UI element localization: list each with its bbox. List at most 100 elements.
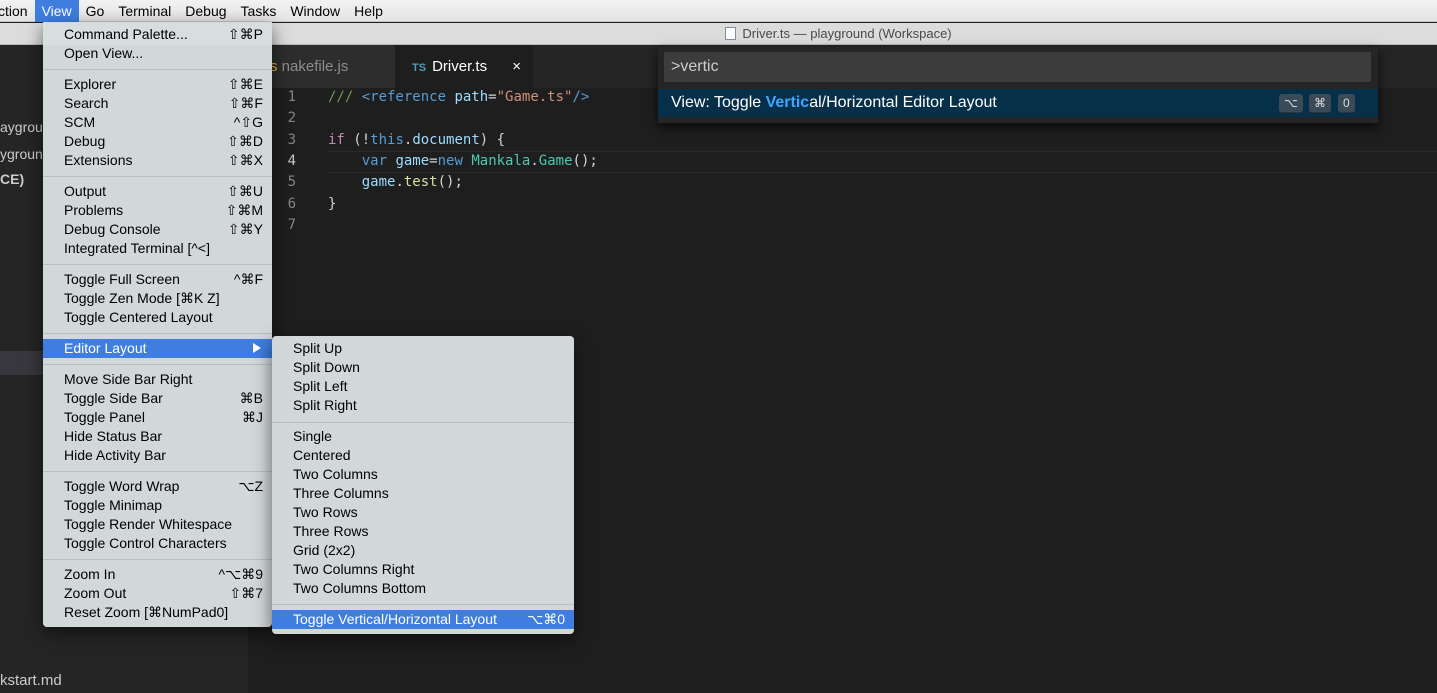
command-palette-result[interactable]: View: Toggle Vertical/Horizontal Editor … — [658, 89, 1378, 117]
menu-item-two-rows[interactable]: Two Rows — [272, 503, 574, 522]
menu-item-split-right[interactable]: Split Right — [272, 396, 574, 415]
code-token: /> — [572, 89, 590, 105]
tab-driver-ts[interactable]: TS Driver.ts × — [395, 45, 533, 88]
menu-item-open-view[interactable]: Open View... — [43, 44, 272, 63]
menu-item-label: Extensions — [64, 152, 133, 168]
menu-item-label: Output — [64, 183, 107, 199]
menu-item-label: Command Palette... — [64, 26, 188, 42]
menu-item-shortcut: ^⌥⌘9 — [218, 566, 264, 582]
menu-item-single[interactable]: Single — [272, 427, 574, 446]
code-token: game — [395, 153, 430, 169]
menu-item-shortcut: ⇧⌘7 — [229, 585, 263, 601]
menu-item-shortcut: ⇧⌘X — [227, 152, 263, 168]
menu-item-three-rows[interactable]: Three Rows — [272, 522, 574, 541]
sidebar-item-quickstart[interactable]: kstart.md — [0, 672, 62, 689]
menu-item-toggle-vertical-horizontal-layout[interactable]: Toggle Vertical/Horizontal Layout ⌥⌘0 — [272, 610, 574, 629]
menubar-item-window[interactable]: Window — [283, 0, 347, 22]
menu-item-shortcut: ⇧⌘F — [228, 95, 263, 111]
menu-item-label: Two Columns Right — [293, 561, 415, 577]
menubar-item-tasks[interactable]: Tasks — [234, 0, 284, 22]
menu-item-debug[interactable]: Debug ⇧⌘D — [43, 132, 272, 151]
menu-item-split-down[interactable]: Split Down — [272, 358, 574, 377]
submenu-arrow-icon — [253, 343, 261, 353]
code-token: var — [361, 153, 388, 169]
menu-item-label: Centered — [293, 447, 351, 463]
menu-item-two-columns-right[interactable]: Two Columns Right — [272, 560, 574, 579]
menubar-item-terminal[interactable]: Terminal — [111, 0, 178, 22]
menubar-item-go[interactable]: Go — [79, 0, 112, 22]
command-palette-input[interactable] — [664, 52, 1371, 82]
line-number: 7 — [287, 217, 296, 233]
menubar-item-help[interactable]: Help — [347, 0, 390, 22]
menu-item-output[interactable]: Output ⇧⌘U — [43, 182, 272, 201]
menu-item-toggle-panel[interactable]: Toggle Panel ⌘J — [43, 408, 272, 427]
menu-item-label: Zoom In — [64, 566, 116, 582]
menu-item-toggle-render-whitespace[interactable]: Toggle Render Whitespace — [43, 515, 272, 534]
menu-item-grid-2x2[interactable]: Grid (2x2) — [272, 541, 574, 560]
menubar-item-debug[interactable]: Debug — [178, 0, 233, 22]
menu-item-label: Debug Console — [64, 221, 161, 237]
menu-item-three-columns[interactable]: Three Columns — [272, 484, 574, 503]
menu-item-split-left[interactable]: Split Left — [272, 377, 574, 396]
menu-item-toggle-full-screen[interactable]: Toggle Full Screen ^⌘F — [43, 270, 272, 289]
menu-item-two-columns[interactable]: Two Columns — [272, 465, 574, 484]
menu-item-command-palette[interactable]: Command Palette... ⇧⌘P — [43, 25, 272, 44]
menu-item-extensions[interactable]: Extensions ⇧⌘X — [43, 151, 272, 170]
sidebar-selected-row[interactable] — [0, 351, 45, 375]
code-token: (! — [344, 132, 371, 148]
menu-item-label: Toggle Minimap — [64, 497, 163, 513]
menu-item-search[interactable]: Search ⇧⌘F — [43, 94, 272, 113]
close-icon[interactable]: × — [512, 45, 521, 88]
result-text: View: Toggle — [671, 94, 766, 111]
menu-item-split-up[interactable]: Split Up — [272, 339, 574, 358]
menu-item-hide-status-bar[interactable]: Hide Status Bar — [43, 427, 272, 446]
menu-item-label: Debug — [64, 133, 106, 149]
menu-item-label: Two Columns Bottom — [293, 580, 427, 596]
menu-item-toggle-minimap[interactable]: Toggle Minimap — [43, 496, 272, 515]
view-menu: Command Palette... ⇧⌘P Open View... Explo… — [43, 22, 272, 627]
menu-item-zoom-out[interactable]: Zoom Out ⇧⌘7 — [43, 584, 272, 603]
menu-item-move-side-bar-right[interactable]: Move Side Bar Right — [43, 370, 272, 389]
menu-item-reset-zoom[interactable]: Reset Zoom [⌘NumPad0] — [43, 603, 272, 622]
menu-item-label: Three Rows — [293, 523, 369, 539]
result-text: al/Horizontal Editor Layout — [809, 94, 997, 111]
tab-label: nakefile.js — [281, 58, 349, 75]
menu-item-explorer[interactable]: Explorer ⇧⌘E — [43, 75, 272, 94]
menu-separator — [43, 264, 272, 265]
menu-item-problems[interactable]: Problems ⇧⌘M — [43, 201, 272, 220]
menu-item-label: Split Up — [293, 340, 343, 356]
menu-item-shortcut: ⌥Z — [238, 478, 263, 494]
menu-item-label: Toggle Side Bar — [64, 390, 163, 406]
sidebar-item-playground-2[interactable]: ygroun — [0, 146, 43, 162]
menu-item-label: Hide Activity Bar — [64, 447, 166, 463]
menu-item-label: Integrated Terminal [^<] — [64, 240, 211, 256]
menu-item-two-columns-bottom[interactable]: Two Columns Bottom — [272, 579, 574, 598]
menu-item-toggle-word-wrap[interactable]: Toggle Word Wrap ⌥Z — [43, 477, 272, 496]
menu-item-debug-console[interactable]: Debug Console ⇧⌘Y — [43, 220, 272, 239]
code-token: if — [328, 132, 345, 148]
menu-item-editor-layout[interactable]: Editor Layout — [43, 339, 272, 358]
menu-item-label: Three Columns — [293, 485, 389, 501]
menu-separator — [43, 559, 272, 560]
menu-item-centered[interactable]: Centered — [272, 446, 574, 465]
menu-item-toggle-side-bar[interactable]: Toggle Side Bar ⌘B — [43, 389, 272, 408]
line-number: 6 — [287, 196, 296, 212]
menu-item-zoom-in[interactable]: Zoom In ^⌥⌘9 — [43, 565, 272, 584]
menu-item-toggle-control-characters[interactable]: Toggle Control Characters — [43, 534, 272, 553]
code-token: path — [454, 89, 489, 105]
menu-item-label: Toggle Render Whitespace — [64, 516, 233, 532]
menu-item-hide-activity-bar[interactable]: Hide Activity Bar — [43, 446, 272, 465]
code-token: (); — [437, 174, 463, 190]
menubar-item-view[interactable]: View — [34, 0, 79, 22]
code-line-6: } — [328, 196, 336, 212]
menu-item-scm[interactable]: SCM ^⇧G — [43, 113, 272, 132]
menubar-item-selection[interactable]: ction — [0, 0, 35, 22]
menu-item-toggle-zen-mode[interactable]: Toggle Zen Mode [⌘K Z] — [43, 289, 272, 308]
menu-item-label: Reset Zoom [⌘NumPad0] — [64, 604, 229, 620]
code-token: = — [429, 153, 438, 169]
sidebar-item-workspace[interactable]: CE) — [0, 171, 24, 187]
menu-item-toggle-centered-layout[interactable]: Toggle Centered Layout — [43, 308, 272, 327]
sidebar-item-playground-1[interactable]: aygrou — [0, 119, 43, 135]
menu-item-integrated-terminal[interactable]: Integrated Terminal [^<] — [43, 239, 272, 258]
code-token: new — [437, 153, 463, 169]
